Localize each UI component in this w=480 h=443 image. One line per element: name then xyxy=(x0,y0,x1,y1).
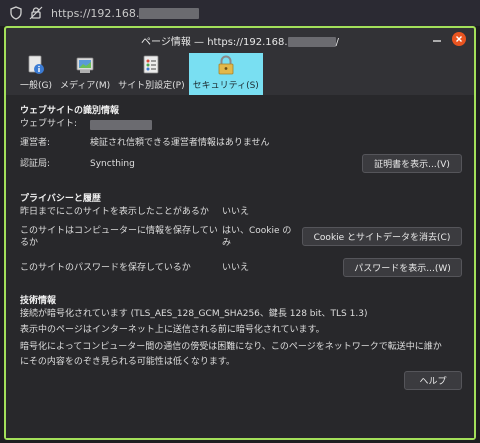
view-passwords-button[interactable]: パスワードを表示...(W) xyxy=(343,258,462,277)
website-label: ウェブサイト: xyxy=(20,119,78,129)
info-icon xyxy=(28,55,44,74)
technical-line4: にその内容をのぞき見られる可能性は低くなります。 xyxy=(20,357,235,367)
identity-heading: ウェブサイトの識別情報 xyxy=(20,106,120,116)
owner-label: 運営者: xyxy=(20,138,51,148)
security-panel: ウェブサイトの識別情報 ウェブサイト: 運営者: 検証され信頼できる運営者情報は… xyxy=(6,95,474,438)
cert-authority-label: 認証局: xyxy=(20,159,51,169)
cookies-question-line1: このサイトはコンピューターに情報を保存してい xyxy=(20,226,218,236)
tab-security[interactable]: セキュリティ(S) xyxy=(188,53,263,95)
cookies-question-line2: るか xyxy=(20,238,39,248)
technical-line3: 暗号化によってコンピューター間の通信の傍受は困難になり、このページをネットワーク… xyxy=(20,342,442,352)
tab-media[interactable]: メディア(M) xyxy=(56,53,114,95)
technical-line2: 表示中のページはインターネット上に送信される前に暗号化されています。 xyxy=(20,325,325,335)
cert-authority-value: Syncthing xyxy=(90,159,135,169)
tab-general[interactable]: 一般(G) xyxy=(16,53,56,95)
tab-permissions[interactable]: サイト別設定(P) xyxy=(114,53,188,95)
technical-line1: 接続が暗号化されています (TLS_AES_128_GCM_SHA256、鍵長 … xyxy=(20,309,368,319)
lock-warning-icon[interactable] xyxy=(29,6,43,20)
permissions-icon xyxy=(143,55,159,74)
technical-heading: 技術情報 xyxy=(20,296,57,306)
cookies-answer-line1: はい、Cookie の xyxy=(222,226,292,236)
redacted-host xyxy=(287,36,336,47)
passwords-question: このサイトのパスワードを保存しているか xyxy=(20,263,191,273)
tab-label: サイト別設定(P) xyxy=(118,81,185,91)
privacy-heading: プライバシーと履歴 xyxy=(20,194,101,204)
dialog-titlebar[interactable]: ページ情報 — https://192.168. / xyxy=(6,28,474,52)
owner-value: 検証され信頼できる運営者情報はありません xyxy=(90,138,270,148)
url-bar[interactable]: https://192.168. xyxy=(0,0,480,26)
redacted-host xyxy=(139,8,200,19)
tab-label: メディア(M) xyxy=(60,81,111,91)
tab-label: 一般(G) xyxy=(20,81,52,91)
visited-answer: いいえ xyxy=(222,207,250,217)
redacted-website xyxy=(90,120,152,130)
passwords-answer: いいえ xyxy=(222,263,250,273)
dialog-title: ページ情報 — https://192.168. / xyxy=(141,36,339,48)
tab-label: セキュリティ(S) xyxy=(192,81,259,91)
close-icon xyxy=(456,36,462,42)
page-info-dialog: ページ情報 — https://192.168. / 一般(G) メディア(M)… xyxy=(4,26,476,440)
visited-question: 昨日までにこのサイトを表示したことがあるか xyxy=(20,207,209,217)
clear-cookies-button[interactable]: Cookie とサイトデータを消去(C) xyxy=(302,227,462,246)
url-text[interactable]: https://192.168. xyxy=(51,7,200,20)
tab-bar: 一般(G) メディア(M) サイト別設定(P) セキュリティ(S) xyxy=(16,53,263,95)
help-button[interactable]: ヘルプ xyxy=(404,371,462,390)
cookies-answer-line2: み xyxy=(222,238,232,248)
lock-icon xyxy=(218,55,234,75)
shield-icon[interactable] xyxy=(9,6,23,20)
minimize-icon[interactable] xyxy=(432,33,442,43)
view-certificate-button[interactable]: 証明書を表示...(V) xyxy=(362,154,462,173)
media-icon xyxy=(76,57,94,73)
close-button[interactable] xyxy=(452,32,466,46)
